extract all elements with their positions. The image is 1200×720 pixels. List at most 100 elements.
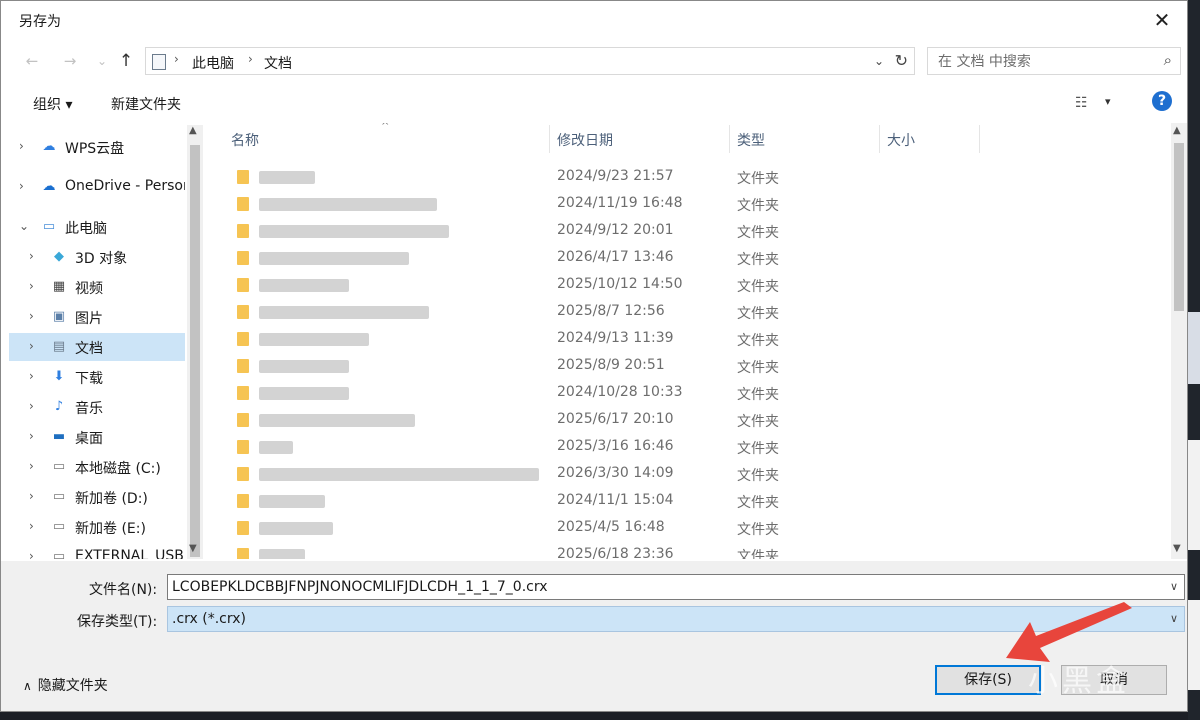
tree-item[interactable]: › ▭ EXTERNAL_USB bbox=[9, 543, 185, 559]
forward-arrow-icon[interactable]: → bbox=[59, 49, 81, 73]
close-icon[interactable]: ✕ bbox=[1147, 5, 1177, 35]
file-list: ^ 名称 修改日期 类型 大小 2024/9/23 21:57 文件夹 2024/1… bbox=[207, 123, 1171, 559]
search-icon[interactable]: ⌕ bbox=[1164, 51, 1172, 69]
tree-item-label: EXTERNAL_USB bbox=[75, 548, 184, 559]
command-toolbar: 组织 ▾ 新建文件夹 ☷ ▾ ? bbox=[1, 87, 1187, 119]
file-row[interactable]: 2024/9/12 20:01 文件夹 bbox=[207, 217, 1171, 244]
breadcrumb-documents[interactable]: 文档 bbox=[264, 53, 292, 73]
sort-caret-icon: ^ bbox=[381, 123, 390, 132]
chevron-right-icon[interactable]: › bbox=[29, 549, 34, 559]
file-row[interactable]: 2026/3/30 14:09 文件夹 bbox=[207, 460, 1171, 487]
tree-item[interactable]: › ▭ 新加卷 (D:) bbox=[9, 483, 185, 511]
filetype-select[interactable]: .crx (*.crx) ∨ bbox=[167, 606, 1185, 632]
scroll-down-icon[interactable]: ▼ bbox=[1173, 543, 1181, 554]
tree-item[interactable]: ⌄ ▭ 此电脑 bbox=[9, 213, 185, 241]
chevron-down-icon[interactable]: ⌄ bbox=[874, 54, 884, 68]
chevron-right-icon[interactable]: › bbox=[29, 369, 34, 383]
scrollbar-thumb[interactable] bbox=[1174, 143, 1184, 311]
column-size[interactable]: 大小 bbox=[887, 130, 915, 150]
chevron-right-icon[interactable]: › bbox=[29, 399, 34, 413]
scroll-up-icon[interactable]: ▲ bbox=[1173, 125, 1181, 136]
file-row[interactable]: 2025/6/18 23:36 文件夹 bbox=[207, 541, 1171, 559]
tree-item[interactable]: › ☁ OneDrive - Personal bbox=[9, 173, 185, 201]
chevron-right-icon[interactable]: › bbox=[29, 339, 34, 353]
organize-button[interactable]: 组织 ▾ bbox=[33, 94, 72, 114]
scrollbar-thumb[interactable] bbox=[190, 145, 200, 557]
file-row[interactable]: 2025/8/7 12:56 文件夹 bbox=[207, 298, 1171, 325]
file-row[interactable]: 2026/4/17 13:46 文件夹 bbox=[207, 244, 1171, 271]
up-folder-icon[interactable]: ↑ bbox=[115, 49, 137, 73]
redacted-filename bbox=[259, 441, 293, 454]
tree-item[interactable]: › ▣ 图片 bbox=[9, 303, 185, 331]
chevron-right-icon[interactable]: › bbox=[29, 459, 34, 473]
search-input[interactable] bbox=[936, 52, 1150, 72]
filename-value[interactable]: LCOBEPKLDCBBJFNPJNONOCMLIFJDLCDH_1_1_7_0… bbox=[172, 579, 548, 595]
folder-icon bbox=[237, 305, 249, 319]
scroll-down-icon[interactable]: ▼ bbox=[189, 543, 197, 554]
chevron-right-icon[interactable]: › bbox=[19, 179, 24, 193]
file-row[interactable]: 2025/4/5 16:48 文件夹 bbox=[207, 514, 1171, 541]
column-name[interactable]: 名称 bbox=[231, 130, 259, 150]
tree-item[interactable]: › ▬ 桌面 bbox=[9, 423, 185, 451]
chevron-down-icon[interactable]: ∨ bbox=[1170, 612, 1178, 625]
redacted-filename bbox=[259, 414, 415, 427]
chevron-down-icon[interactable]: ⌄ bbox=[19, 219, 29, 233]
tree-item[interactable]: › ♪ 音乐 bbox=[9, 393, 185, 421]
navigation-pane-scrollbar[interactable]: ▲ ▼ bbox=[187, 125, 203, 559]
tree-item-label: 3D 对象 bbox=[75, 251, 128, 267]
new-folder-button[interactable]: 新建文件夹 bbox=[111, 94, 181, 114]
breadcrumb-this-pc[interactable]: 此电脑 bbox=[192, 53, 234, 73]
chevron-right-icon[interactable]: › bbox=[29, 309, 34, 323]
tree-item[interactable]: › ▭ 本地磁盘 (C:) bbox=[9, 453, 185, 481]
desktop-icon: ▬ bbox=[52, 429, 66, 444]
drive-icon: ▭ bbox=[52, 549, 66, 560]
file-row[interactable]: 2024/11/1 15:04 文件夹 bbox=[207, 487, 1171, 514]
hide-folders-label: 隐藏文件夹 bbox=[37, 678, 108, 694]
tree-item[interactable]: › ▭ 新加卷 (E:) bbox=[9, 513, 185, 541]
picture-icon: ▣ bbox=[52, 309, 66, 324]
column-type[interactable]: 类型 bbox=[737, 130, 765, 150]
file-modified-date: 2025/4/5 16:48 bbox=[557, 519, 665, 535]
filetype-value[interactable]: .crx (*.crx) bbox=[172, 611, 246, 627]
tree-item[interactable]: › ▦ 视频 bbox=[9, 273, 185, 301]
file-row[interactable]: 2025/10/12 14:50 文件夹 bbox=[207, 271, 1171, 298]
tree-item-label: 此电脑 bbox=[65, 221, 107, 237]
file-row[interactable]: 2025/6/17 20:10 文件夹 bbox=[207, 406, 1171, 433]
redacted-filename bbox=[259, 333, 369, 346]
back-arrow-icon[interactable]: ← bbox=[21, 49, 43, 73]
file-row[interactable]: 2024/11/19 16:48 文件夹 bbox=[207, 190, 1171, 217]
tree-item[interactable]: › ▤ 文档 bbox=[9, 333, 185, 361]
redacted-filename bbox=[259, 198, 437, 211]
chevron-right-icon[interactable]: › bbox=[29, 249, 34, 263]
refresh-icon[interactable]: ↻ bbox=[895, 51, 908, 70]
file-list-scrollbar[interactable]: ▲ ▼ bbox=[1171, 123, 1187, 559]
tree-item[interactable]: › ⬇ 下载 bbox=[9, 363, 185, 391]
help-icon[interactable]: ? bbox=[1152, 91, 1172, 111]
file-row[interactable]: 2025/3/16 16:46 文件夹 bbox=[207, 433, 1171, 460]
filename-field[interactable]: LCOBEPKLDCBBJFNPJNONOCMLIFJDLCDH_1_1_7_0… bbox=[167, 574, 1185, 600]
address-bar[interactable]: › 此电脑 › 文档 ⌄ ↻ bbox=[145, 47, 915, 75]
chevron-right-icon[interactable]: › bbox=[29, 429, 34, 443]
file-row[interactable]: 2024/10/28 10:33 文件夹 bbox=[207, 379, 1171, 406]
scroll-up-icon[interactable]: ▲ bbox=[189, 125, 197, 136]
chevron-right-icon[interactable]: › bbox=[29, 279, 34, 293]
file-row[interactable]: 2024/9/13 11:39 文件夹 bbox=[207, 325, 1171, 352]
column-modified[interactable]: 修改日期 bbox=[557, 130, 613, 150]
save-button[interactable]: 保存(S) bbox=[935, 665, 1041, 695]
search-box[interactable]: ⌕ bbox=[927, 47, 1181, 75]
file-row[interactable]: 2024/9/23 21:57 文件夹 bbox=[207, 163, 1171, 190]
chevron-down-icon[interactable]: ▾ bbox=[1105, 95, 1111, 108]
chevron-right-icon[interactable]: › bbox=[19, 139, 24, 153]
chevron-right-icon[interactable]: › bbox=[29, 489, 34, 503]
file-row[interactable]: 2025/8/9 20:51 文件夹 bbox=[207, 352, 1171, 379]
watermark: 小黑盒 bbox=[1028, 664, 1130, 699]
file-modified-date: 2024/11/19 16:48 bbox=[557, 195, 683, 211]
tree-item[interactable]: › ◆ 3D 对象 bbox=[9, 243, 185, 271]
chevron-right-icon[interactable]: › bbox=[29, 519, 34, 533]
chevron-down-icon[interactable]: ∨ bbox=[1170, 580, 1178, 593]
download-icon: ⬇ bbox=[53, 369, 65, 384]
tree-item[interactable]: › ☁ WPS云盘 bbox=[9, 133, 185, 161]
recent-locations-chevron-icon[interactable]: ⌄ bbox=[91, 49, 113, 73]
view-options-icon[interactable]: ☷ bbox=[1075, 95, 1088, 111]
hide-folders-toggle[interactable]: ∧ 隐藏文件夹 bbox=[23, 675, 108, 695]
